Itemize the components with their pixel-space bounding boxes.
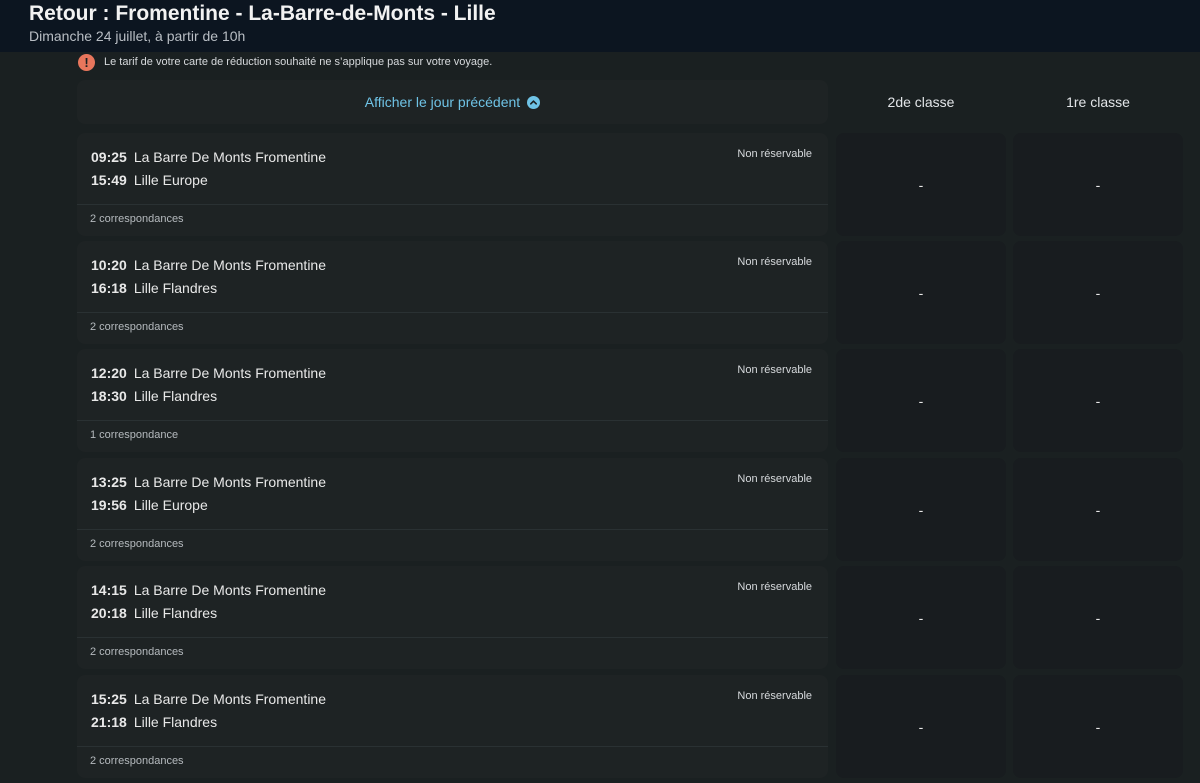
departure-line: 13:25 La Barre De Monts Fromentine	[91, 474, 326, 490]
connections-count: 2 correspondances	[90, 755, 184, 767]
journey-card[interactable]: 15:25 La Barre De Monts Fromentine 21:18 L…	[77, 675, 828, 778]
price-second-class[interactable]: -	[836, 675, 1006, 778]
journey-row: 10:20 La Barre De Monts Fromentine 16:18 L…	[0, 241, 1200, 344]
departure-time: 14:15	[91, 582, 127, 598]
show-previous-day-button[interactable]: Afficher le jour précédent	[77, 80, 828, 124]
price-second-class[interactable]: -	[836, 133, 1006, 236]
chevron-up-icon	[527, 95, 541, 109]
connections-count: 2 correspondances	[90, 646, 184, 658]
show-previous-day-label: Afficher le jour précédent	[364, 94, 521, 110]
price-second-class[interactable]: -	[836, 241, 1006, 344]
arrival-time: 18:30	[91, 388, 127, 404]
journey-card[interactable]: 10:20 La Barre De Monts Fromentine 16:18 L…	[77, 241, 828, 344]
card-divider	[77, 420, 828, 421]
departure-time: 12:20	[91, 365, 127, 381]
departure-line: 10:20 La Barre De Monts Fromentine	[91, 257, 326, 273]
departure-time: 13:25	[91, 474, 127, 490]
arrival-station: Lille Flandres	[133, 388, 218, 404]
arrival-station: Lille Europe	[133, 172, 208, 188]
column-header-first-class: 1re classe	[1066, 94, 1130, 110]
arrival-station: Lille Flandres	[133, 280, 218, 296]
connections-count: 2 correspondances	[90, 321, 184, 333]
departure-time: 09:25	[91, 149, 127, 165]
arrival-station: Lille Flandres	[133, 605, 218, 621]
arrival-time: 21:18	[91, 714, 127, 730]
warning-icon: !	[78, 53, 95, 71]
arrival-station: Lille Europe	[133, 497, 208, 513]
page-subtitle: Dimanche 24 juillet, à partir de 10h	[29, 28, 246, 44]
reduction-warning: ! Le tarif de votre carte de réduction s…	[78, 53, 492, 71]
departure-time: 15:25	[91, 691, 127, 707]
departure-station: La Barre De Monts Fromentine	[133, 474, 327, 490]
arrival-line: 21:18 Lille Flandres	[91, 714, 217, 730]
card-divider	[77, 312, 828, 313]
connections-count: 2 correspondances	[90, 213, 184, 225]
departure-line: 15:25 La Barre De Monts Fromentine	[91, 691, 326, 707]
price-first-class[interactable]: -	[1013, 349, 1183, 452]
page-header: Retour : Fromentine - La-Barre-de-Monts …	[0, 0, 1200, 52]
journey-row: 14:15 La Barre De Monts Fromentine 20:18 L…	[0, 566, 1200, 669]
journey-row: 15:25 La Barre De Monts Fromentine 21:18 L…	[0, 675, 1200, 778]
booking-status: Non réservable	[737, 364, 812, 376]
warning-text: Le tarif de votre carte de réduction sou…	[104, 56, 493, 68]
journey-card[interactable]: 12:20 La Barre De Monts Fromentine 18:30 L…	[77, 349, 828, 452]
card-divider	[77, 204, 828, 205]
price-second-class[interactable]: -	[836, 349, 1006, 452]
journey-row: 09:25 La Barre De Monts Fromentine 15:49 L…	[0, 133, 1200, 236]
booking-status: Non réservable	[737, 256, 812, 268]
arrival-time: 15:49	[91, 172, 127, 188]
card-divider	[77, 637, 828, 638]
departure-station: La Barre De Monts Fromentine	[133, 149, 327, 165]
departure-station: La Barre De Monts Fromentine	[133, 691, 327, 707]
price-first-class[interactable]: -	[1013, 675, 1183, 778]
journey-card[interactable]: 14:15 La Barre De Monts Fromentine 20:18 L…	[77, 566, 828, 669]
booking-status: Non réservable	[737, 473, 812, 485]
departure-line: 09:25 La Barre De Monts Fromentine	[91, 149, 326, 165]
booking-status: Non réservable	[737, 148, 812, 160]
connections-count: 1 correspondance	[90, 429, 179, 441]
page-title: Retour : Fromentine - La-Barre-de-Monts …	[29, 2, 496, 25]
card-divider	[77, 529, 828, 530]
booking-status: Non réservable	[737, 690, 812, 702]
price-second-class[interactable]: -	[836, 458, 1006, 561]
arrival-time: 20:18	[91, 605, 127, 621]
arrival-time: 19:56	[91, 497, 127, 513]
price-first-class[interactable]: -	[1013, 133, 1183, 236]
arrival-line: 16:18 Lille Flandres	[91, 280, 217, 296]
arrival-line: 15:49 Lille Europe	[91, 172, 208, 188]
journey-card[interactable]: 13:25 La Barre De Monts Fromentine 19:56 L…	[77, 458, 828, 561]
price-first-class[interactable]: -	[1013, 241, 1183, 344]
connections-count: 2 correspondances	[90, 538, 184, 550]
arrival-line: 18:30 Lille Flandres	[91, 388, 217, 404]
price-second-class[interactable]: -	[836, 566, 1006, 669]
arrival-line: 20:18 Lille Flandres	[91, 605, 217, 621]
departure-station: La Barre De Monts Fromentine	[133, 365, 327, 381]
arrival-line: 19:56 Lille Europe	[91, 497, 208, 513]
departure-station: La Barre De Monts Fromentine	[133, 582, 327, 598]
card-divider	[77, 746, 828, 747]
journey-row: 12:20 La Barre De Monts Fromentine 18:30 L…	[0, 349, 1200, 452]
price-first-class[interactable]: -	[1013, 566, 1183, 669]
arrival-time: 16:18	[91, 280, 127, 296]
journey-card[interactable]: 09:25 La Barre De Monts Fromentine 15:49 L…	[77, 133, 828, 236]
column-header-second-class: 2de classe	[887, 94, 955, 110]
departure-line: 12:20 La Barre De Monts Fromentine	[91, 365, 326, 381]
departure-station: La Barre De Monts Fromentine	[133, 257, 327, 273]
departure-line: 14:15 La Barre De Monts Fromentine	[91, 582, 326, 598]
price-first-class[interactable]: -	[1013, 458, 1183, 561]
journey-row: 13:25 La Barre De Monts Fromentine 19:56 L…	[0, 458, 1200, 561]
booking-status: Non réservable	[737, 581, 812, 593]
departure-time: 10:20	[91, 257, 127, 273]
arrival-station: Lille Flandres	[133, 714, 218, 730]
